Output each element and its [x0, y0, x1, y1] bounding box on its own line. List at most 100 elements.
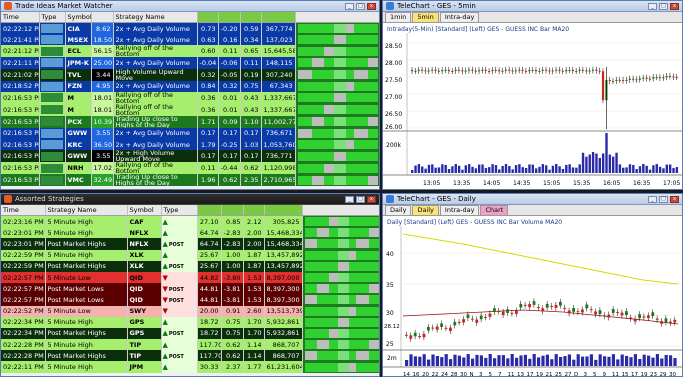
column-header[interactable]: Type	[39, 12, 66, 23]
tab-chart[interactable]: Chart	[480, 205, 509, 215]
column-header[interactable]: Time	[1, 12, 40, 23]
table-row[interactable]: 02:16:53 PM KRC36.502x + Avg Daily Volume…	[1, 138, 379, 151]
symbol-cell: NRH	[65, 162, 92, 175]
chart-pattern-icon	[41, 81, 63, 91]
column-header[interactable]: Time	[1, 205, 46, 216]
maximize-button[interactable]: □	[659, 2, 668, 10]
intraday-chart[interactable]: Intraday(5-Min) [Standard] (Left) GES - …	[383, 23, 682, 190]
close-button[interactable]: x	[367, 195, 376, 203]
table-row[interactable]: 02:16:53 PM M18.01Rallying off of the Bot…	[1, 103, 379, 116]
column-header[interactable]	[91, 12, 114, 23]
strategy-cell: 5 Minute High	[45, 249, 128, 261]
candle	[471, 69, 474, 71]
column-header[interactable]	[240, 12, 262, 23]
column-header[interactable]: Strategy Name	[45, 205, 128, 216]
maximize-button[interactable]: □	[356, 2, 365, 10]
column-header[interactable]: Type	[161, 205, 198, 216]
table-row[interactable]: 02:22:59 PM Post Market Highs XLK ▲POST 25.6…	[1, 260, 379, 272]
table-row[interactable]: 02:18:52 PMFZN4.952x + Avg Daily Volume0…	[1, 80, 379, 92]
tab-1min[interactable]: 1min	[385, 12, 412, 22]
column-header[interactable]	[243, 205, 265, 216]
column-header[interactable]: Symbol	[127, 205, 162, 216]
table-row[interactable]: 02:22:57 PM 5 Minute Low QID ▼ 44.82 -3.80 1.5…	[1, 271, 379, 284]
candle	[665, 75, 668, 78]
type-cell	[39, 68, 66, 81]
column-header[interactable]	[302, 205, 379, 216]
table-row[interactable]: 02:16:53 PM GWW3.552x + High Volume Upwar…	[1, 150, 379, 163]
minimize-button[interactable]: _	[648, 195, 657, 203]
close-button[interactable]: x	[670, 195, 679, 203]
up-arrow-icon: ▲	[162, 363, 168, 372]
type-cell	[39, 80, 66, 92]
table-row[interactable]: 02:16:53 PM PCX10.39Trading Up close to H…	[1, 115, 379, 128]
column-header[interactable]: Symbol	[65, 12, 92, 23]
tab-daily[interactable]: Daily	[385, 205, 412, 215]
table-row[interactable]: 02:23:16 PM 5 Minute High CAF ▲ 27.10 0.85 2.1…	[1, 215, 379, 228]
table-row[interactable]: 02:22:28 PM 5 Minute High TIP ▲ 117.70 0.62 1.…	[1, 339, 379, 351]
daily-chart[interactable]: Daily [Standard] (Left) GES - GUESS INC …	[383, 216, 682, 377]
candle	[437, 70, 440, 72]
table-row[interactable]: 02:23:01 PM 5 Minute High NFLX ▲ 64.74 -2.83 2…	[1, 227, 379, 239]
assorted-strategies-titlebar[interactable]: Assorted Strategies _ □ x	[1, 194, 379, 205]
volume-bar	[572, 359, 576, 366]
table-row[interactable]: 02:21:11 PM JPM-K25.002x + Avg Daily Volu…	[1, 57, 379, 69]
volume-bar	[635, 169, 638, 173]
minimize-button[interactable]: _	[345, 195, 354, 203]
table-row[interactable]: 02:16:53 PM VMC32.49Trading Up close to H…	[1, 174, 379, 187]
candle	[618, 79, 621, 81]
volume-bar	[673, 358, 677, 366]
maximize-button[interactable]: □	[659, 195, 668, 203]
volume-bar	[484, 168, 488, 173]
minimize-button[interactable]: _	[648, 2, 657, 10]
tab-5min[interactable]: 5min	[412, 12, 439, 22]
volume-bar	[411, 170, 414, 173]
table-row[interactable]: 02:22:34 PM 5 Minute High GPS ▲ 18.72 0.75 1.7…	[1, 316, 379, 328]
price-axis-label: 26.00	[385, 124, 402, 131]
table-row[interactable]: 02:16:53 PM NRH17.02Rallying off of the B…	[1, 162, 379, 175]
market-watcher-titlebar[interactable]: Trade Ideas Market Watcher _ □ x	[1, 1, 379, 12]
table-row[interactable]: 02:16:53 PM M18.01Rallying off of the Bot…	[1, 91, 379, 104]
table-row[interactable]: 02:22:57 PM Post Market Lows QID ▼POST 44.81…	[1, 294, 379, 306]
value-cell: 0.62	[218, 174, 241, 187]
maximize-button[interactable]: □	[356, 195, 365, 203]
table-row[interactable]: 02:21:41 PM MSEX18.502x + Avg Daily Volum…	[1, 34, 379, 46]
candle	[501, 70, 504, 72]
tab-intraday[interactable]: Intra-day	[439, 12, 480, 22]
table-row[interactable]: 02:22:59 PM 5 Minute High XLK ▲ 25.67 1.00 1.8…	[1, 249, 379, 261]
column-header[interactable]	[197, 205, 222, 216]
column-header[interactable]	[218, 12, 241, 23]
chart-titlebar[interactable]: TeleChart - GES - 5min _ □ x	[383, 1, 682, 12]
minimize-button[interactable]: _	[345, 2, 354, 10]
tab-daily-2[interactable]: Daily	[412, 205, 439, 215]
column-header[interactable]: Strategy Name	[113, 12, 198, 23]
candle	[598, 310, 602, 315]
candle	[534, 70, 538, 72]
tab-intraday[interactable]: Intra-day	[439, 205, 480, 215]
chart-app-icon	[386, 195, 394, 203]
close-button[interactable]: x	[367, 2, 376, 10]
table-row[interactable]: 02:22:28 PM Post Market Highs TIP ▲POST 117.…	[1, 350, 379, 362]
symbol-cell: QID	[127, 271, 162, 284]
table-row[interactable]: 02:22:11 PM 5 Minute High JPM ▲ 30.33 2.37 1.7…	[1, 361, 379, 373]
table-row[interactable]: 02:22:57 PM Post Market Lows QID ▼POST 44.81…	[1, 283, 379, 295]
volume-bar	[642, 164, 645, 173]
column-header[interactable]	[295, 12, 379, 23]
column-header[interactable]	[221, 205, 244, 216]
candle	[519, 303, 523, 308]
close-button[interactable]: x	[670, 2, 679, 10]
table-row[interactable]: 02:22:34 PM Post Market Highs GPS ▲POST 18.7…	[1, 327, 379, 340]
table-row[interactable]: 02:21:02 PM TVL3.44High Volume Upward Mov…	[1, 68, 379, 81]
candle	[545, 303, 549, 308]
column-header[interactable]	[264, 205, 303, 216]
table-row[interactable]: 02:22:52 PM 5 Minute Low SWY ▼ 20.00 0.91 2.60…	[1, 305, 379, 317]
table-row[interactable]: 02:21:12 PM ECL56.15Rallying off of the B…	[1, 45, 379, 58]
strength-gauge	[295, 68, 379, 81]
chart-titlebar[interactable]: TeleChart - GES - Daily _ □ x	[383, 194, 682, 205]
column-header[interactable]	[197, 12, 219, 23]
table-row[interactable]: 02:16:53 PMGWW3.552x + Avg Daily Volume0…	[1, 127, 379, 139]
column-header[interactable]	[261, 12, 296, 23]
strategy-cell: Rallying off of the Bottom	[113, 91, 198, 104]
table-row[interactable]: 02:22:12 PMCIA8.622x + Avg Daily Volume0…	[1, 22, 379, 35]
type-label: POST	[168, 297, 184, 304]
table-row[interactable]: 02:23:01 PM Post Market Highs NFLX ▲POST 64.…	[1, 238, 379, 250]
